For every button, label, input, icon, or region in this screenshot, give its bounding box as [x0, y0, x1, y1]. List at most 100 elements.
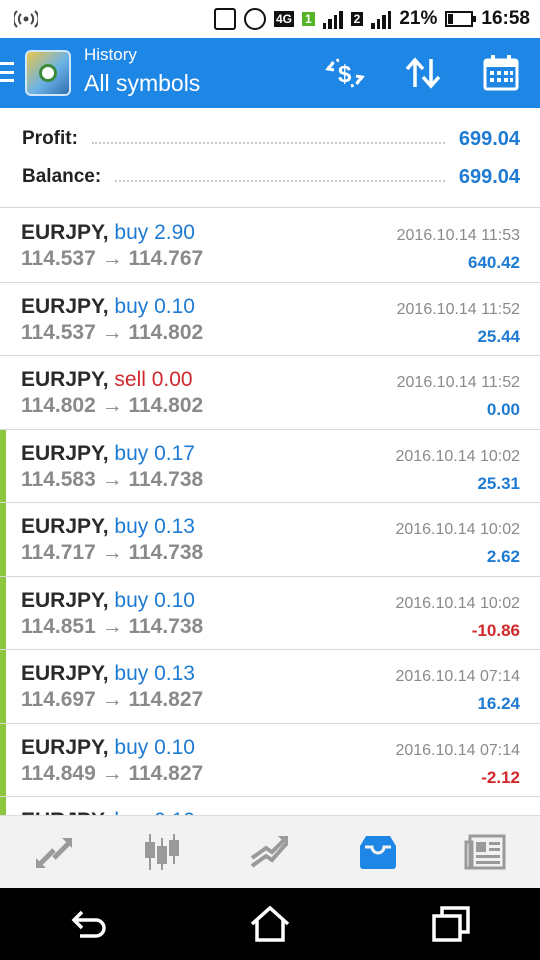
deal-row[interactable]: EURJPY, buy 0.10 →	[0, 797, 540, 815]
menu-icon[interactable]	[0, 62, 16, 82]
deal-profit: 25.31	[477, 473, 520, 493]
dotted-leader	[115, 180, 445, 182]
nav-quotes[interactable]	[0, 816, 108, 888]
deal-row[interactable]: EURJPY, buy 0.13 114.697 → 114.827 2016.10…	[0, 650, 540, 724]
section-title: History	[84, 45, 137, 64]
nav-trade[interactable]	[216, 816, 324, 888]
deal-side-volume: buy 0.13	[114, 662, 195, 685]
history-icon	[360, 836, 396, 869]
deal-row[interactable]: EURJPY, buy 0.10 114.851 → 114.738 2016.10…	[0, 576, 540, 650]
currency-exchange-button[interactable]: $	[320, 48, 370, 98]
deal-time: 2016.10.14 07:14	[395, 668, 520, 685]
header-title[interactable]: History All symbols	[84, 44, 200, 98]
deal-time: 2016.10.14 11:52	[396, 374, 520, 391]
deal-row[interactable]: EURJPY, buy 0.13 114.717 → 114.738 2016.10…	[0, 503, 540, 577]
currency-exchange-icon: $	[325, 58, 365, 88]
status-bar: 4G 1 2 21% 16:58	[0, 0, 540, 38]
battery-percent: 21%	[399, 8, 438, 29]
deal-symbol: EURJPY,	[21, 735, 109, 759]
position-marker	[0, 283, 6, 356]
profit-label: Profit:	[22, 128, 78, 149]
deal-prices: 114.537 → 114.767	[21, 247, 203, 271]
deal-prices: 114.697 → 114.827	[21, 688, 203, 712]
price-arrow-icon: →	[101, 761, 123, 785]
deal-time: 2016.10.14 10:02	[395, 521, 520, 538]
sim-signal-icon	[322, 9, 343, 29]
quotes-icon	[36, 838, 72, 868]
deal-row[interactable]: EURJPY, buy 0.17 114.583 → 114.738 2016.10…	[0, 429, 540, 503]
sim2-signal-icon	[371, 9, 392, 29]
deal-prices: 114.717 → 114.738	[21, 541, 203, 565]
position-marker	[0, 576, 6, 649]
deal-side-volume: buy 0.17	[114, 441, 195, 465]
account-summary: Profit: 699.04 Balance: 699.04	[0, 108, 540, 208]
deals-list[interactable]: EURJPY, buy 2.90 114.537 → 114.767 2016.10…	[0, 209, 540, 815]
deal-row[interactable]: EURJPY, buy 0.10 114.849 → 114.827 2016.10…	[0, 723, 540, 797]
deal-side-volume: buy 0.13	[114, 515, 195, 538]
back-icon	[71, 910, 106, 938]
deal-time: 2016.10.14 11:52	[396, 300, 520, 318]
deal-side-volume: buy 0.10	[114, 735, 195, 759]
deal-row[interactable]: EURJPY, sell 0.00 114.802 → 114.802 2016.1…	[0, 356, 540, 430]
sort-button[interactable]	[398, 48, 448, 98]
calendar-button[interactable]	[476, 48, 526, 98]
price-arrow-icon: →	[101, 467, 123, 491]
price-arrow-icon: →	[101, 614, 123, 638]
balance-value: 699.04	[458, 165, 520, 188]
open-price: 114.802	[21, 394, 96, 417]
price-arrow-icon: →	[101, 394, 123, 417]
position-marker	[0, 650, 6, 723]
nav-news[interactable]	[432, 816, 540, 888]
price-arrow-icon: →	[101, 541, 123, 564]
deal-title: EURJPY, sell 0.00	[21, 368, 193, 392]
deal-time: 2016.10.14 11:53	[396, 227, 520, 244]
deal-prices: 114.849 → 114.827	[21, 762, 203, 786]
close-price: 114.738	[128, 541, 204, 564]
close-price: 114.738	[128, 467, 204, 491]
close-price: 114.827	[128, 761, 204, 785]
sim1-icon: 1	[301, 12, 315, 26]
system-recents[interactable]	[360, 888, 540, 960]
alarm-icon	[243, 8, 266, 30]
battery-icon	[445, 11, 477, 27]
nav-history[interactable]	[324, 816, 432, 888]
open-price: 114.583	[21, 467, 96, 491]
sim2-icon: 2	[350, 12, 364, 26]
deal-title: EURJPY, buy 0.10	[21, 736, 195, 760]
home-icon	[250, 905, 290, 942]
system-home[interactable]	[180, 888, 360, 960]
deal-symbol: EURJPY,	[21, 588, 109, 612]
bottom-navigation	[0, 815, 540, 888]
app-header: History All symbols $	[0, 38, 540, 108]
symbol-filter[interactable]: All symbols	[84, 68, 200, 98]
nav-chart[interactable]	[108, 816, 216, 888]
position-marker	[0, 797, 6, 815]
deal-profit: 25.44	[477, 326, 520, 346]
app-logo-icon[interactable]	[25, 50, 71, 96]
vibrate-icon	[213, 8, 236, 30]
open-price: 114.537	[21, 247, 96, 270]
open-price: 114.849	[21, 761, 96, 785]
close-price: 114.802	[128, 320, 204, 344]
deal-row[interactable]: EURJPY, buy 2.90 114.537 → 114.767 2016.10…	[0, 209, 540, 283]
close-price: 114.827	[128, 688, 204, 711]
system-back[interactable]	[0, 888, 180, 960]
open-price: 114.537	[21, 320, 96, 344]
deal-profit: -2.12	[481, 767, 520, 787]
wifi-signal-icon	[14, 10, 38, 28]
close-price: 114.802	[128, 394, 204, 417]
deal-title: EURJPY, buy 0.10	[21, 295, 195, 319]
deal-row[interactable]: EURJPY, buy 0.10 114.537 → 114.802 2016.10…	[0, 283, 540, 356]
deal-symbol: EURJPY,	[21, 515, 109, 538]
trade-icon	[250, 836, 288, 868]
deal-side-volume: buy 0.10	[114, 588, 195, 612]
position-marker	[0, 429, 6, 502]
deal-side-volume: buy 2.90	[114, 221, 195, 244]
balance-row: Balance: 699.04	[22, 162, 520, 192]
deal-symbol: EURJPY,	[21, 662, 109, 685]
deal-time: 2016.10.14 07:14	[395, 741, 520, 759]
price-arrow-icon: →	[101, 320, 123, 344]
deal-symbol: EURJPY,	[21, 441, 109, 465]
position-marker	[0, 356, 6, 429]
deal-prices: 114.537 → 114.802	[21, 321, 203, 345]
